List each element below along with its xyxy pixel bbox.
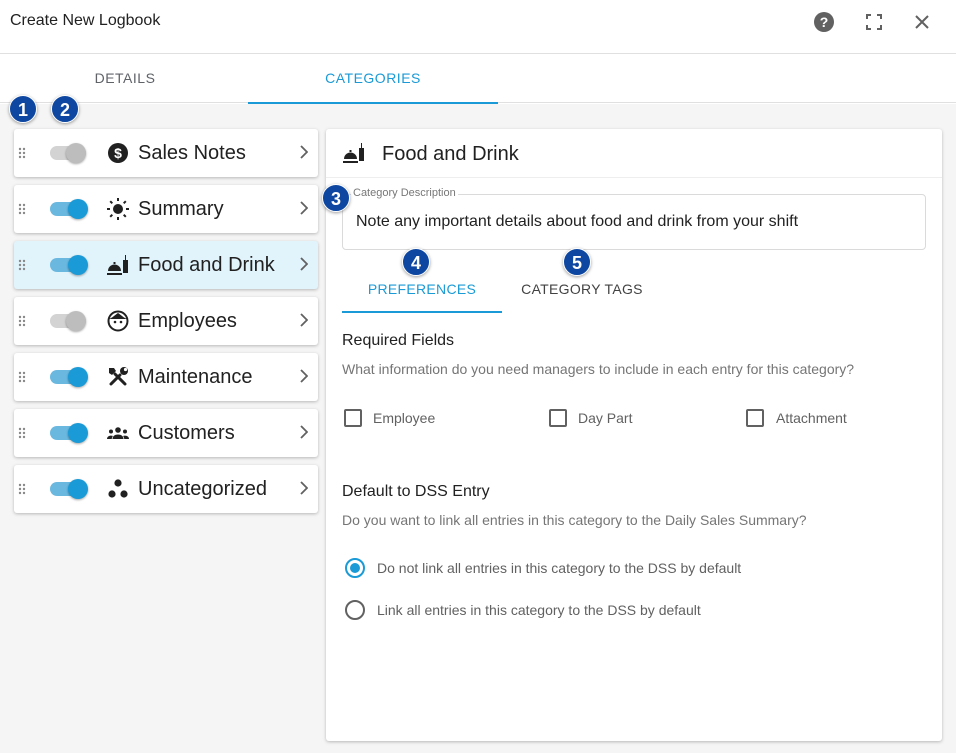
drag-handle-icon[interactable]: [18, 371, 26, 383]
category-item-food-and-drink[interactable]: Food and Drink: [14, 241, 318, 289]
category-item-sales-notes[interactable]: $ Sales Notes: [14, 129, 318, 177]
food-drink-icon: [343, 143, 364, 163]
face-icon: [107, 310, 129, 332]
food-drink-icon: [107, 255, 128, 275]
category-description-label: Category Description: [351, 187, 458, 199]
dss-title: Default to DSS Entry: [342, 483, 490, 500]
chevron-right-icon: [300, 425, 308, 439]
employee-checkbox-label: Employee: [373, 410, 436, 426]
category-label: Food and Drink: [138, 254, 275, 276]
callout-badge-3: 3: [322, 184, 350, 212]
svg-text:?: ?: [820, 14, 829, 30]
svg-text:$: $: [114, 145, 122, 161]
category-toggle[interactable]: [50, 367, 88, 387]
day-part-checkbox-label: Day Part: [578, 410, 633, 426]
dss-no-link-label: Do not link all entries in this category…: [377, 560, 742, 576]
main-tabs: DETAILS CATEGORIES: [0, 55, 956, 104]
category-item-summary[interactable]: Summary: [14, 185, 318, 233]
employee-checkbox[interactable]: [344, 409, 362, 427]
chevron-right-icon: [300, 369, 308, 383]
dss-subtitle: Do you want to link all entries in this …: [342, 512, 807, 528]
drag-handle-icon[interactable]: [18, 147, 26, 159]
category-toggle[interactable]: [50, 423, 88, 443]
category-toggle[interactable]: [50, 255, 88, 275]
category-label: Maintenance: [138, 366, 253, 388]
dialog-title: Create New Logbook: [10, 12, 161, 29]
drag-handle-icon[interactable]: [18, 259, 26, 271]
detail-title: Food and Drink: [382, 143, 519, 165]
callout-badge-4: 4: [402, 248, 430, 276]
chevron-right-icon: [300, 313, 308, 327]
dss-link-label: Link all entries in this category to the…: [377, 602, 701, 618]
dialog-header: Create New Logbook ?: [0, 0, 956, 54]
drag-handle-icon[interactable]: [18, 483, 26, 495]
callout-badge-1: 1: [9, 95, 37, 123]
drag-handle-icon[interactable]: [18, 315, 26, 327]
tools-icon: [109, 367, 128, 386]
category-item-employees[interactable]: Employees: [14, 297, 318, 345]
category-item-customers[interactable]: Customers: [14, 409, 318, 457]
required-fields-subtitle: What information do you need managers to…: [342, 361, 855, 377]
category-toggle[interactable]: [50, 479, 88, 499]
drag-handle-icon[interactable]: [18, 427, 26, 439]
category-label: Uncategorized: [138, 478, 267, 500]
chevron-right-icon: [300, 145, 308, 159]
chevron-right-icon: [300, 201, 308, 215]
attachment-checkbox[interactable]: [746, 409, 764, 427]
close-icon[interactable]: [910, 10, 934, 34]
category-label: Summary: [138, 198, 224, 220]
dss-no-link-radio[interactable]: [345, 558, 365, 578]
category-item-uncategorized[interactable]: Uncategorized: [14, 465, 318, 513]
category-label: Employees: [138, 310, 237, 332]
callout-badge-5: 5: [563, 248, 591, 276]
tab-categories[interactable]: CATEGORIES: [248, 55, 498, 104]
chevron-right-icon: [300, 257, 308, 271]
category-label: Sales Notes: [138, 142, 246, 164]
dss-link-radio[interactable]: [345, 600, 365, 620]
people-icon: [107, 427, 129, 439]
category-toggle[interactable]: [50, 311, 88, 331]
help-icon[interactable]: ?: [812, 10, 836, 34]
dots-icon: [108, 479, 128, 498]
category-label: Customers: [138, 422, 235, 444]
fullscreen-icon[interactable]: [862, 10, 886, 34]
chevron-right-icon: [300, 481, 308, 495]
category-description-value[interactable]: Note any important details about food an…: [356, 213, 798, 231]
drag-handle-icon[interactable]: [18, 203, 26, 215]
category-item-maintenance[interactable]: Maintenance: [14, 353, 318, 401]
day-part-checkbox[interactable]: [549, 409, 567, 427]
category-toggle[interactable]: [50, 199, 88, 219]
detail-header: Food and Drink: [326, 129, 942, 178]
callout-badge-2: 2: [51, 95, 79, 123]
tab-details[interactable]: DETAILS: [0, 55, 250, 103]
category-toggle[interactable]: [50, 143, 88, 163]
sun-icon: [107, 198, 129, 220]
attachment-checkbox-label: Attachment: [776, 410, 847, 426]
dollar-circle-icon: $: [108, 143, 128, 163]
required-fields-title: Required Fields: [342, 332, 455, 349]
category-detail-card: Food and Drink Category Description Note…: [326, 129, 942, 741]
